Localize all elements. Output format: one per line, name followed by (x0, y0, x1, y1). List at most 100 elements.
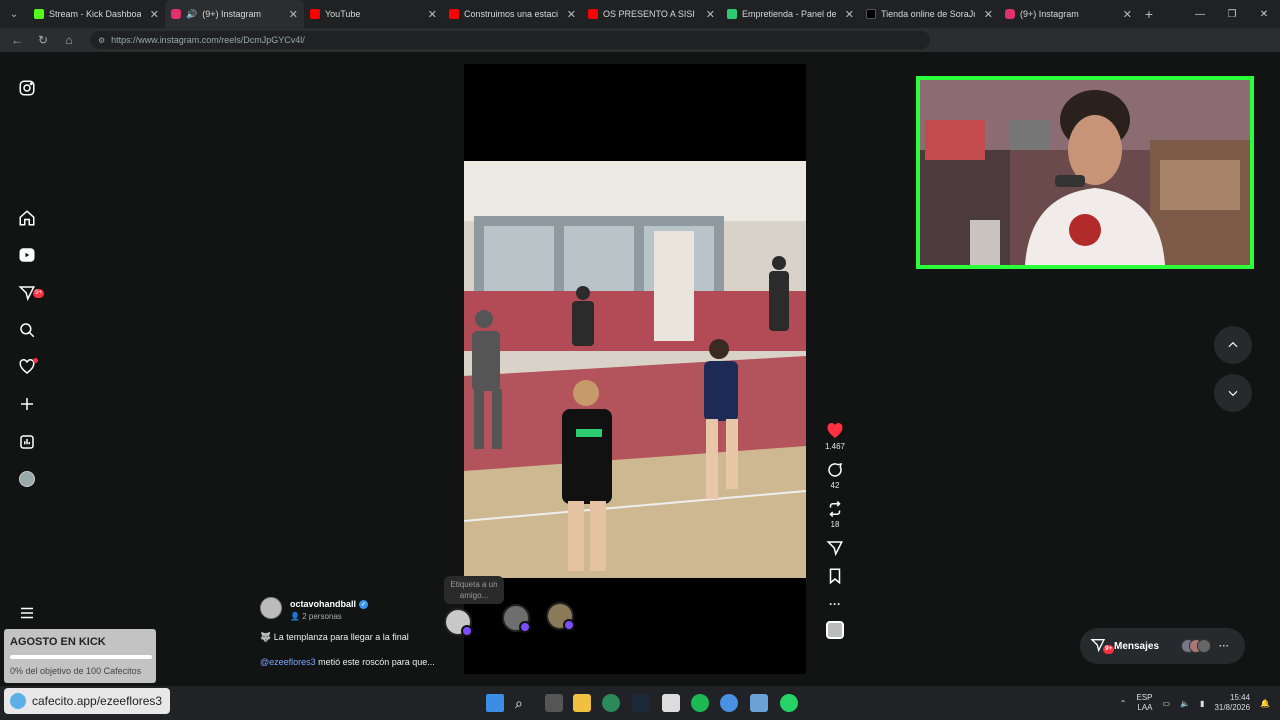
tab-title: OS PRESENTO A SISI 🐱 LA F (603, 8, 697, 19)
close-tab-icon[interactable]: ✕ (428, 8, 437, 21)
tab-instagram-2[interactable]: (9+) Instagram ✕ (999, 0, 1138, 28)
messages-pill[interactable]: 9+ Mensajes ··· (1080, 628, 1245, 664)
webcam-scene (920, 80, 1250, 265)
maximize-icon[interactable]: ❐ (1216, 0, 1248, 28)
battery-icon[interactable]: ▮ (1200, 699, 1204, 708)
create-plus-icon[interactable] (16, 393, 38, 415)
file-explorer-icon[interactable] (573, 694, 591, 712)
close-tab-icon[interactable]: ✕ (289, 8, 298, 21)
instagram-sidebar: 9+ (8, 52, 46, 686)
next-reel-button[interactable] (1214, 374, 1252, 412)
url-field[interactable]: ⚙ https://www.instagram.com/reels/DcmJpG… (90, 31, 930, 49)
instagram-logo-icon[interactable] (16, 77, 38, 99)
language-indicator[interactable]: ESP LAA (1136, 693, 1152, 713)
like-button[interactable]: 1.467 (822, 422, 848, 451)
save-button[interactable] (822, 567, 848, 585)
share-button[interactable] (822, 539, 848, 557)
close-tab-icon[interactable]: ✕ (150, 8, 159, 21)
tab-title: Construimos una estación re (464, 9, 558, 19)
verified-badge-icon: ✓ (359, 599, 369, 609)
ellipsis-icon: ··· (1219, 640, 1230, 652)
notification-bell-icon[interactable]: 🔔 (1260, 699, 1270, 708)
new-tab-plus-icon[interactable]: + (1138, 6, 1160, 22)
tab-title: YouTube (325, 9, 361, 19)
tab-empretienda[interactable]: Empretienda - Panel de adm ✕ (721, 0, 860, 28)
whatsapp-icon[interactable] (780, 694, 798, 712)
previous-reel-button[interactable] (1214, 326, 1252, 364)
close-tab-icon[interactable]: ✕ (845, 8, 854, 21)
close-window-icon[interactable]: ✕ (1248, 0, 1280, 28)
cafecito-logo-icon (10, 693, 26, 709)
reload-icon[interactable]: ↻ (32, 29, 54, 51)
tagged-user-avatar[interactable] (502, 604, 531, 633)
profile-avatar[interactable] (16, 468, 38, 490)
search-icon[interactable]: ⌕ (515, 694, 533, 712)
tray-expand-icon[interactable]: ⌃ (1120, 699, 1127, 708)
reels-icon[interactable] (16, 244, 38, 266)
tab-sorajuegos[interactable]: Tienda online de SoraJuegos ✕ (860, 0, 999, 28)
minimize-icon[interactable]: — (1184, 0, 1216, 28)
share-icon (826, 541, 843, 557)
close-tab-icon[interactable]: ✕ (1123, 8, 1132, 21)
reel-badge-icon (563, 619, 575, 631)
edge-browser-icon[interactable] (602, 694, 620, 712)
close-tab-icon[interactable]: ✕ (984, 8, 993, 21)
browser-tab-bar: ⌄ Stream - Kick Dashboard ✕ 🔊 (9+) Insta… (0, 0, 1280, 28)
volume-icon[interactable]: 🔈 (1180, 699, 1190, 708)
tag-friend-tooltip: Etiqueta a un amigo... (444, 576, 504, 604)
tab-kick-dashboard[interactable]: Stream - Kick Dashboard ✕ (28, 0, 165, 28)
tab-youtube[interactable]: YouTube ✕ (304, 0, 443, 28)
repost-button[interactable]: 18 (822, 500, 848, 529)
steam-icon[interactable] (632, 694, 650, 712)
author-avatar[interactable] (260, 597, 282, 619)
contact-avatar (1197, 639, 1212, 653)
app-icon[interactable] (720, 694, 738, 712)
address-bar-row: ← ↻ ⌂ ⚙ https://www.instagram.com/reels/… (0, 28, 1280, 52)
caption-continued[interactable]: metió este roscón para que... (316, 657, 435, 667)
network-icon[interactable]: ▭ (1163, 699, 1171, 708)
tagged-user-avatar[interactable] (444, 608, 473, 637)
repost-count: 18 (830, 520, 840, 529)
tagged-people-count[interactable]: 2 personas (302, 612, 342, 621)
more-menu-icon[interactable] (16, 602, 38, 624)
spotify-icon[interactable] (691, 694, 709, 712)
tab-title: Tienda online de SoraJuegos (881, 9, 975, 19)
tab-youtube-video-1[interactable]: Construimos una estación re ✕ (443, 0, 582, 28)
tagged-user-avatar[interactable] (546, 602, 575, 631)
close-tab-icon[interactable]: ✕ (567, 8, 576, 21)
cafecito-overlay: cafecito.app/ezeeflores3 (4, 688, 170, 714)
home-icon[interactable] (16, 207, 38, 229)
tab-instagram-active[interactable]: 🔊 (9+) Instagram ✕ (165, 0, 304, 28)
back-arrow-icon[interactable]: ← (6, 29, 28, 51)
more-options-button[interactable]: ··· (822, 595, 848, 611)
youtube-favicon-icon (310, 9, 320, 19)
search-icon[interactable] (16, 319, 38, 341)
person-icon: 👤 (290, 612, 300, 621)
caption-text: 🐺 La templanza para llegar a la final (260, 632, 409, 642)
author-username[interactable]: octavohandball (290, 599, 356, 609)
notifications-heart-icon[interactable] (16, 356, 38, 378)
start-icon[interactable] (486, 694, 504, 712)
reel-video-player[interactable]: 🔈 (464, 64, 806, 674)
comment-button[interactable]: 42 (822, 461, 848, 490)
mention-link[interactable]: @ezeeflores3 (260, 657, 316, 667)
dashboard-icon[interactable] (16, 431, 38, 453)
tab-title: (9+) Instagram (1020, 9, 1079, 19)
date-text: 31/8/2026 (1214, 703, 1251, 712)
audio-thumbnail[interactable] (822, 621, 848, 639)
like-count: 1.467 (824, 442, 846, 451)
messages-icon[interactable]: 9+ (16, 282, 44, 304)
handball-video-frame (464, 161, 806, 578)
tab-youtube-video-2[interactable]: OS PRESENTO A SISI 🐱 LA F ✕ (582, 0, 721, 28)
clock[interactable]: 15:44 31/8/2026 (1214, 693, 1250, 713)
store-favicon-icon (866, 9, 876, 19)
home-icon[interactable]: ⌂ (58, 29, 80, 51)
close-tab-icon[interactable]: ✕ (706, 8, 715, 21)
notes-app-icon[interactable] (662, 694, 680, 712)
chevron-down-icon (1228, 390, 1238, 397)
site-info-icon[interactable]: ⚙ (98, 36, 105, 45)
photos-icon[interactable] (750, 694, 768, 712)
task-view-icon[interactable] (545, 694, 563, 712)
tab-list-chevron-icon[interactable]: ⌄ (0, 0, 28, 28)
speaker-icon[interactable]: 🔊 (186, 9, 197, 20)
